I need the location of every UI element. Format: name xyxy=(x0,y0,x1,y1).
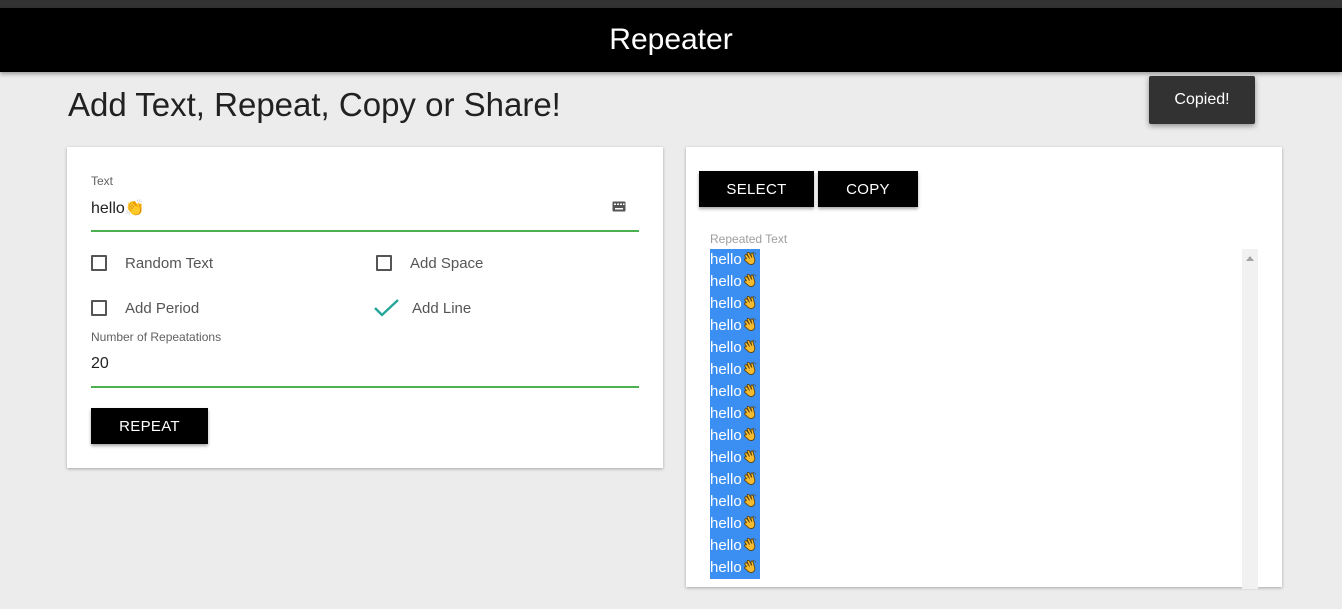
output-line-highlight: hello xyxy=(710,403,760,425)
output-line: hello xyxy=(710,293,1240,315)
output-line-highlight: hello xyxy=(710,359,760,381)
add-period-label: Add Period xyxy=(125,299,200,317)
text-input[interactable] xyxy=(91,195,611,221)
clapping-hands-icon xyxy=(743,274,757,287)
output-line: hello xyxy=(710,491,1240,513)
output-line: hello xyxy=(710,513,1240,535)
output-line-text: hello xyxy=(710,295,742,312)
output-line-text: hello xyxy=(710,515,742,532)
output-line-text: hello xyxy=(710,405,742,422)
input-card: Text Random Text Add Space Add Period Ad… xyxy=(67,147,663,468)
app-title: Repeater xyxy=(609,23,733,56)
output-line: hello xyxy=(710,469,1240,491)
repeated-text-output[interactable]: hello hello hello hello hello hello hello hello… xyxy=(710,249,1240,609)
output-line: hello xyxy=(710,337,1240,359)
output-line-text: hello xyxy=(710,559,742,576)
checkbox-box[interactable] xyxy=(91,300,107,316)
repeat-button[interactable]: REPEAT xyxy=(91,408,208,444)
output-line-highlight: hello xyxy=(710,557,760,579)
output-line-text: hello xyxy=(710,537,742,554)
output-line: hello xyxy=(710,535,1240,557)
add-space-label: Add Space xyxy=(410,254,484,272)
output-line: hello xyxy=(710,271,1240,293)
output-line-highlight: hello xyxy=(710,249,760,271)
output-line: hello xyxy=(710,249,1240,271)
copied-toast: Copied! xyxy=(1149,76,1255,124)
add-line-checkbox[interactable]: Add Line xyxy=(374,296,472,320)
clapping-hands-icon xyxy=(743,494,757,507)
clapping-hands-icon xyxy=(743,318,757,331)
add-space-checkbox[interactable]: Add Space xyxy=(376,251,483,275)
output-line-highlight: hello xyxy=(710,513,760,535)
checkbox-box[interactable] xyxy=(91,255,107,271)
output-line-text: hello xyxy=(710,251,742,268)
output-line-text: hello xyxy=(710,339,742,356)
output-line: hello xyxy=(710,381,1240,403)
clapping-hands-icon xyxy=(743,428,757,441)
output-line: hello xyxy=(710,447,1240,469)
clapping-hands-icon xyxy=(743,538,757,551)
clapping-hands-icon xyxy=(743,472,757,485)
output-line-highlight: hello xyxy=(710,447,760,469)
output-line-text: hello xyxy=(710,273,742,290)
select-button[interactable]: SELECT xyxy=(699,171,814,207)
repetitions-input[interactable] xyxy=(91,351,611,377)
clapping-hands-icon xyxy=(743,560,757,573)
output-scrollbar[interactable] xyxy=(1242,249,1258,589)
output-line-text: hello xyxy=(710,317,742,334)
window-top-strip xyxy=(0,0,1342,8)
output-line-text: hello xyxy=(710,361,742,378)
random-text-checkbox[interactable]: Random Text xyxy=(91,251,213,275)
repeated-text-label: Repeated Text xyxy=(710,232,788,246)
output-line-highlight: hello xyxy=(710,535,760,557)
output-line-highlight: hello xyxy=(710,337,760,359)
repetitions-field-underline xyxy=(91,386,639,388)
clapping-hands-icon xyxy=(743,362,757,375)
output-line-highlight: hello xyxy=(710,293,760,315)
output-line-text: hello xyxy=(710,427,742,444)
page-heading: Add Text, Repeat, Copy or Share! xyxy=(68,86,561,123)
clapping-hands-icon xyxy=(743,516,757,529)
add-line-label: Add Line xyxy=(412,299,472,317)
output-line: hello xyxy=(710,557,1240,579)
output-line-highlight: hello xyxy=(710,381,760,403)
output-line-text: hello xyxy=(710,383,742,400)
clapping-hands-icon xyxy=(743,406,757,419)
clapping-hands-icon xyxy=(743,450,757,463)
copy-button[interactable]: COPY xyxy=(818,171,918,207)
output-line-highlight: hello xyxy=(710,315,760,337)
checkmark-icon[interactable] xyxy=(374,297,400,319)
output-line: hello xyxy=(710,425,1240,447)
output-line-highlight: hello xyxy=(710,425,760,447)
scroll-up-arrow-icon[interactable] xyxy=(1246,256,1254,261)
clapping-hands-icon xyxy=(743,384,757,397)
output-line: hello xyxy=(710,315,1240,337)
add-period-checkbox[interactable]: Add Period xyxy=(91,296,199,320)
clapping-hands-icon xyxy=(743,340,757,353)
output-line-text: hello xyxy=(710,449,742,466)
text-field-underline xyxy=(91,230,639,232)
checkbox-box[interactable] xyxy=(376,255,392,271)
output-line: hello xyxy=(710,403,1240,425)
random-text-label: Random Text xyxy=(125,254,214,272)
output-line-highlight: hello xyxy=(710,469,760,491)
output-line-highlight: hello xyxy=(710,271,760,293)
output-line: hello xyxy=(710,359,1240,381)
clapping-hands-icon xyxy=(743,252,757,265)
output-line-highlight: hello xyxy=(710,491,760,513)
output-line-text: hello xyxy=(710,471,742,488)
clapping-hands-icon xyxy=(743,296,757,309)
output-card: SELECT COPY Repeated Text hello hello hell… xyxy=(686,147,1282,589)
output-line-text: hello xyxy=(710,493,742,510)
text-field-label: Text xyxy=(91,174,114,188)
app-bar: Repeater xyxy=(0,8,1342,72)
keyboard-icon[interactable] xyxy=(612,200,626,213)
repetitions-field-label: Number of Repeatations xyxy=(91,330,222,344)
